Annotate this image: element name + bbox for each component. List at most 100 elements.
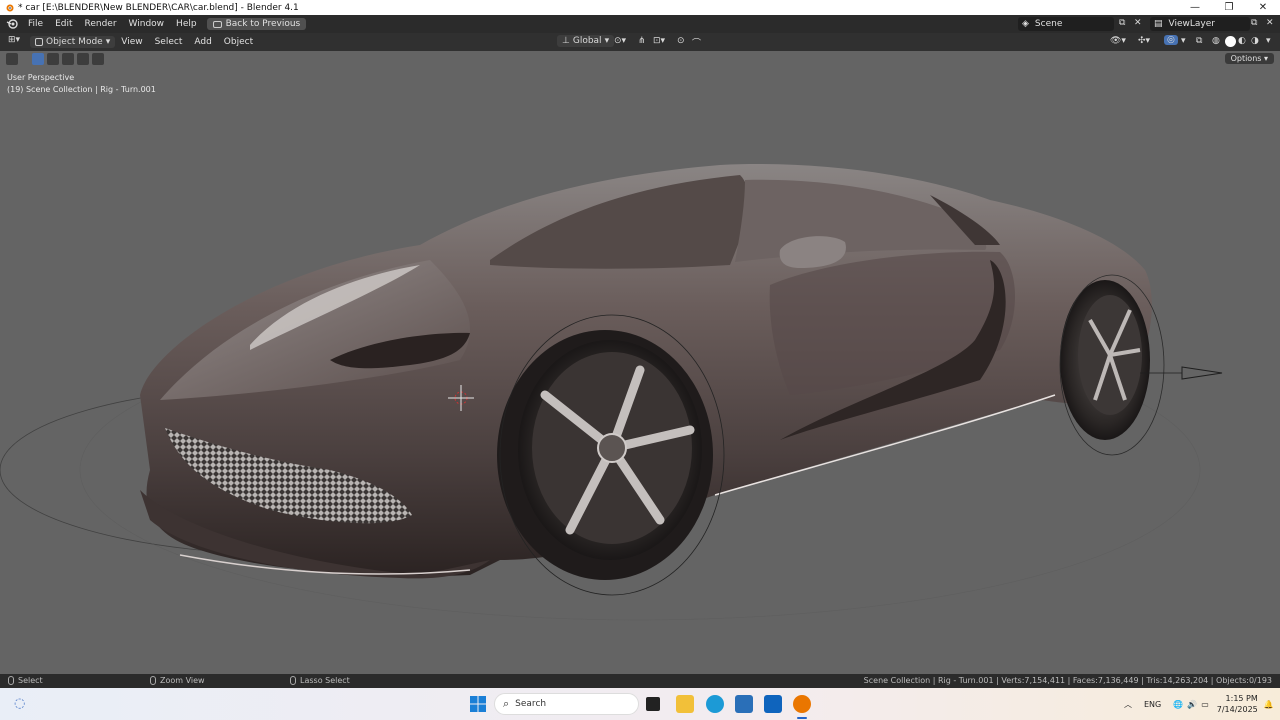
shading-dropdown-icon[interactable]: ▾ [1266,36,1271,46]
select-invert-icon[interactable] [77,53,89,65]
status-zoom-label: Zoom View [160,676,205,685]
status-zoom-view: Zoom View [150,676,205,685]
rendered-shading-icon[interactable]: ◑ [1251,36,1259,46]
show-hidden-icons-icon[interactable]: ︿ [1124,699,1132,710]
menu-select[interactable]: Select [149,36,189,48]
status-lasso-label: Lasso Select [300,676,350,685]
object-mode-icon [35,38,43,46]
outlook-icon[interactable] [764,695,782,713]
start-button-icon[interactable] [469,695,487,713]
object-mode-label: Object Mode [46,37,103,47]
battery-icon[interactable]: ▭ [1201,700,1209,709]
view-layer-name: ViewLayer [1168,19,1215,29]
options-dropdown[interactable]: Options ▾ [1224,53,1274,64]
orientation-icon: ⊥ [562,36,570,46]
chevron-down-icon: ▾ [604,36,610,46]
overlays-dropdown-icon[interactable]: ▾ [1181,36,1186,46]
search-placeholder: Search [515,699,547,709]
car-render [0,164,1223,621]
status-select: Select [8,676,43,685]
scene-icon: ◈ [1022,19,1029,29]
xray-icon[interactable]: ⧉ [1196,36,1202,46]
close-button[interactable]: ✕ [1246,0,1280,15]
delete-view-layer-icon[interactable]: ✕ [1266,18,1274,28]
viewport-header: ⊞▾ Object Mode ▾ View Select Add Object … [0,33,1280,51]
clock[interactable]: 1:15 PM 7/14/2025 [1217,693,1258,715]
blender-active-indicator [797,717,807,719]
maximize-button[interactable]: ❐ [1212,0,1246,15]
tool-toggle-icon[interactable] [6,53,18,65]
task-view-icon[interactable] [646,697,660,711]
perspective-label: User Perspective [7,73,75,82]
system-tray: ︿ ENG 🌐 🔊 ▭ 1:15 PM 7/14/2025 🔔 [1124,688,1274,720]
mouse-right-icon [290,676,296,685]
transform-orientation-dropdown[interactable]: ⊥ Global ▾ [557,35,615,47]
scene-statistics: Scene Collection | Rig - Turn.001 | Vert… [863,676,1272,685]
taskbar-search[interactable]: ⌕ Search [494,693,639,715]
solid-shading-icon[interactable] [1225,36,1236,47]
select-new-icon[interactable] [32,53,44,65]
clock-date: 7/14/2025 [1216,705,1258,714]
menu-add[interactable]: Add [188,36,217,48]
clock-time: 1:15 PM [1225,694,1258,703]
back-to-previous-button[interactable]: Back to Previous [206,18,307,30]
visibility-icon[interactable]: 👁▾ [1110,36,1126,46]
editor-type-icon[interactable]: ⊞▾ [8,35,20,45]
windows-taskbar: ◌ ⌕ Search ︿ ENG 🌐 🔊 ▭ 1:15 PM 7/14/2025… [0,688,1280,720]
file-explorer-icon[interactable] [676,695,694,713]
orientation-label: Global [572,36,602,46]
blender-logo-icon [6,4,14,11]
mouse-middle-icon [150,676,156,685]
status-bar: Select Zoom View Lasso Select Scene Coll… [0,674,1280,688]
minimize-button[interactable]: — [1178,0,1212,15]
edge-icon[interactable] [706,695,724,713]
window-titlebar: * car [E:\BLENDER\New BLENDER\CAR\car.bl… [0,0,1280,15]
volume-icon[interactable]: 🔊 [1187,700,1197,709]
menu-object[interactable]: Object [218,36,259,48]
mouse-left-icon [8,676,14,685]
snap-options-icon[interactable]: ⊡▾ [653,36,665,46]
new-scene-icon[interactable]: ⧉ [1119,18,1125,28]
scene-name: Scene [1034,19,1063,29]
overlays-icon[interactable]: ◎ [1164,35,1178,45]
blender-topbar: File Edit Render Window Help Back to Pre… [0,15,1280,33]
menu-view[interactable]: View [115,36,148,48]
pivot-point-icon[interactable]: ⊙▾ [614,36,626,46]
select-intersect-icon[interactable] [92,53,104,65]
object-mode-dropdown[interactable]: Object Mode ▾ [30,36,116,48]
back-to-previous-label: Back to Previous [225,19,301,29]
language-indicator[interactable]: ENG [1144,700,1161,709]
gizmo-icon[interactable]: ✣▾ [1138,36,1150,46]
window-title: * car [E:\BLENDER\New BLENDER\CAR\car.bl… [18,2,299,13]
proportional-edit-icon[interactable]: ⊙ [677,36,685,46]
view-layer-selector[interactable]: ▤ ViewLayer [1150,17,1250,31]
menu-render[interactable]: Render [79,19,123,29]
notification-bell-icon[interactable]: 🔔 [1264,700,1274,709]
store-icon[interactable] [735,695,753,713]
blender-taskbar-icon[interactable] [793,695,811,713]
select-mode-tools [6,53,104,65]
screen-icon [212,20,222,28]
falloff-icon[interactable]: ⌒ [692,36,701,49]
material-shading-icon[interactable]: ◐ [1238,36,1246,46]
scene-selector[interactable]: ◈ Scene [1018,17,1114,31]
snap-icon[interactable]: ⋔ [638,36,646,46]
wireframe-shading-icon[interactable]: ◍ [1212,36,1220,46]
collection-info: (19) Scene Collection | Rig - Turn.001 [7,85,156,94]
menu-window[interactable]: Window [123,19,171,29]
status-select-label: Select [18,676,43,685]
new-view-layer-icon[interactable]: ⧉ [1251,18,1257,28]
network-icon[interactable]: 🌐 [1173,700,1183,709]
widgets-icon[interactable]: ◌ [14,696,25,711]
select-extend-icon[interactable] [47,53,59,65]
delete-scene-icon[interactable]: ✕ [1134,18,1142,28]
menu-edit[interactable]: Edit [49,19,78,29]
blender-menu-icon[interactable] [6,18,18,30]
status-lasso-select: Lasso Select [290,676,350,685]
menu-file[interactable]: File [22,19,49,29]
search-icon: ⌕ [503,697,510,710]
menu-help[interactable]: Help [170,19,203,29]
select-subtract-icon[interactable] [62,53,74,65]
3d-viewport[interactable]: User Perspective (19) Scene Collection |… [0,51,1280,674]
view-layer-icon: ▤ [1154,19,1163,29]
